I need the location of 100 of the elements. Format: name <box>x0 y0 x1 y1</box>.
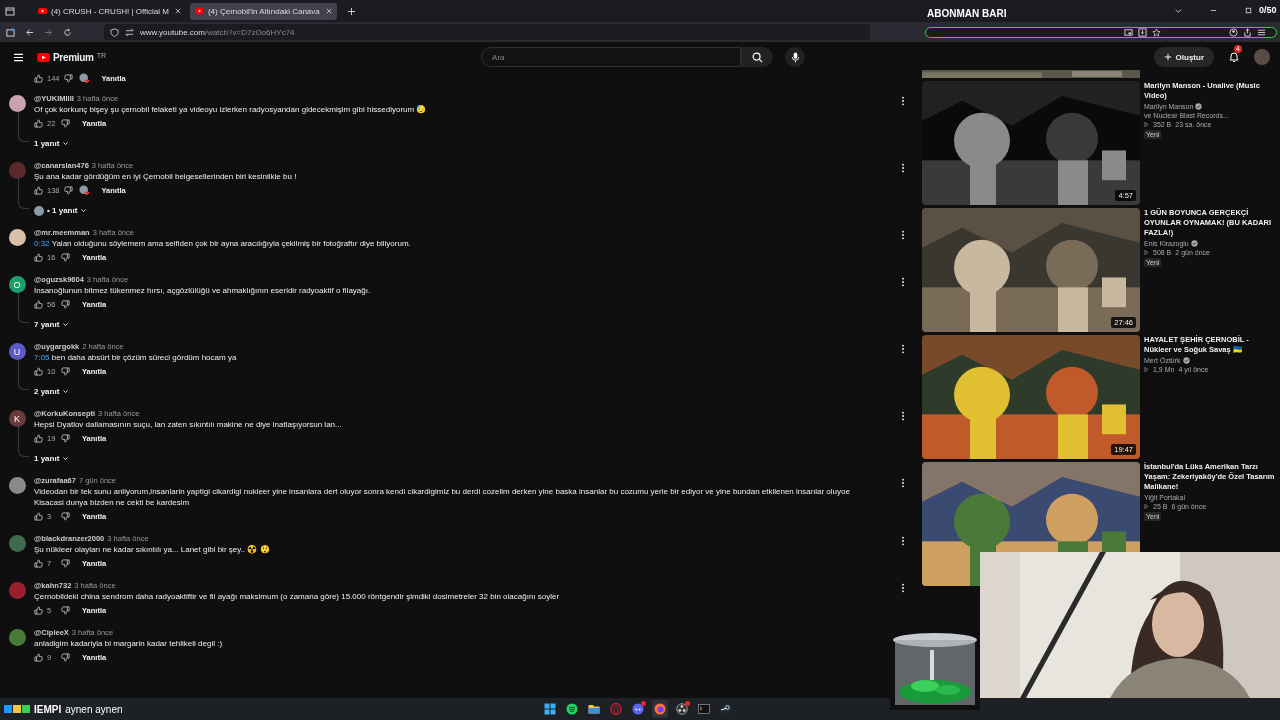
dislike-icon[interactable] <box>61 433 70 443</box>
more-options-icon[interactable] <box>901 163 905 173</box>
dislike-icon[interactable] <box>61 299 70 309</box>
like-icon[interactable] <box>34 366 43 376</box>
chevron-down-icon[interactable] <box>62 140 70 147</box>
share-icon[interactable] <box>1243 28 1252 37</box>
picture-in-picture-icon[interactable] <box>1124 28 1133 37</box>
new-tab-icon[interactable] <box>346 6 356 16</box>
avatar[interactable]: U <box>8 343 26 360</box>
dislike-icon[interactable] <box>63 73 73 83</box>
thread-line <box>17 112 29 142</box>
avatar[interactable]: K <box>8 410 26 427</box>
thread-line <box>17 179 29 209</box>
like-icon[interactable] <box>34 511 43 521</box>
dislike-icon[interactable] <box>63 185 73 195</box>
comment-text: Of çok korkunç bişey şu çernobil felaketi ya videoyu izlerken radyosyandan gidecekmişim gibi hissediyorum 😓 <box>34 105 427 114</box>
more-options-icon[interactable] <box>901 96 905 106</box>
chevron-down-icon[interactable] <box>62 321 70 328</box>
create-button[interactable]: Oluştur <box>1153 47 1214 67</box>
comment-text: Videodan bir tek sunu anliyorum,insanlarin yaptigi cikardigi nukleer yine insanlara dert oluyor sonra kendi cikardigimiz bu derdi cozelim derken yine baska insanlar bu cozumu yerle bir ediyor ve yine bundan etkilenen insanlar oluyoe Kisacasi dunya bizden ne cekti be kardesim <box>34 487 850 507</box>
like-icon[interactable] <box>34 558 43 568</box>
like-icon[interactable] <box>34 185 43 195</box>
close-icon[interactable] <box>174 8 181 14</box>
like-icon[interactable] <box>34 433 43 443</box>
avatar[interactable] <box>8 477 26 494</box>
chevron-down-icon[interactable] <box>80 207 88 214</box>
avatar[interactable] <box>8 95 26 112</box>
dislike-icon[interactable] <box>61 118 70 128</box>
chat-username: IEMPI <box>34 703 62 715</box>
like-icon[interactable] <box>34 299 43 309</box>
swap-arrows-icon[interactable] <box>125 27 134 37</box>
comment-text: Hepsi Dyatlov dallamasının suçu, lan zaten sıkıntılı makine ne diye inatlaşıyorsun lan... <box>34 420 342 429</box>
download-icon[interactable] <box>1138 28 1147 37</box>
replies-toggle[interactable]: 7 yanıt <box>34 320 60 329</box>
timestamp-link[interactable]: 0:32 <box>34 239 50 248</box>
microphone-icon[interactable] <box>790 51 800 63</box>
back-icon[interactable] <box>25 27 34 37</box>
like-icon[interactable] <box>34 652 43 662</box>
thread-line <box>17 427 29 457</box>
replies-toggle[interactable]: • 1 yanıt <box>47 206 78 215</box>
close-icon[interactable] <box>325 8 332 14</box>
youtube-icon <box>194 8 204 14</box>
tab-overview-icon[interactable] <box>5 6 15 16</box>
browser-tab[interactable]: (4) CRUSH - CRUSH! | Official M <box>33 2 186 20</box>
maximize-icon[interactable] <box>1244 5 1253 15</box>
comment-text: Çernobildeki china sendrom daha radyoaktiftir ve fil ayağı maksimum (o zamana göre) 15.000 röntgendir şimdiki dosimetreler 32 bin olacağını soyler <box>34 592 560 601</box>
more-options-icon[interactable] <box>901 344 905 354</box>
youtube-icon <box>38 8 47 14</box>
menu-icon[interactable] <box>1257 28 1266 37</box>
comment-text: ben daha absürt bir çözüm süreci gördüm hocam ya <box>51 353 237 362</box>
dislike-icon[interactable] <box>61 652 70 662</box>
timestamp-link[interactable]: 7:05 <box>34 353 50 362</box>
more-options-icon[interactable] <box>901 536 905 546</box>
chevron-down-icon[interactable] <box>62 388 70 395</box>
replies-toggle[interactable]: 2 yanıt <box>34 387 60 396</box>
thread-line <box>17 360 29 390</box>
play-icon <box>1144 367 1149 372</box>
search-button[interactable] <box>741 47 774 67</box>
bookmark-star-icon[interactable] <box>1152 28 1161 37</box>
chat-message: aynen aynen <box>65 703 123 715</box>
microphone-button[interactable] <box>785 47 806 67</box>
like-icon[interactable] <box>34 252 43 262</box>
replies-toggle[interactable]: 1 yanıt <box>34 454 60 463</box>
search-field[interactable]: Ara <box>481 47 742 67</box>
more-options-icon[interactable] <box>901 478 905 488</box>
youtube-premium-logo[interactable]: Premium $^{TR}$ <box>37 51 107 63</box>
thread-line <box>17 293 29 323</box>
replies-toggle[interactable]: 1 yanıt <box>34 139 60 148</box>
obs-icon[interactable] <box>674 700 690 718</box>
comment-text: Şu ana kadar gördüğüm en iyi Çernobil belgesellerinden biri kesinlikle bu ! <box>34 172 297 181</box>
comment-text: Şu nükleer olayları ne kadar sıkıntılı ya... Lanet gibi bir şey.. ☢ 😲 <box>34 545 270 554</box>
reload-icon[interactable] <box>63 27 72 37</box>
more-options-icon[interactable] <box>901 230 905 240</box>
notifications-icon[interactable] <box>1228 51 1240 63</box>
address-bar[interactable]: www.youtube.com/watch?v=D7zOo6HYc74 <box>104 24 870 40</box>
plus-icon[interactable] <box>1163 53 1172 61</box>
like-icon[interactable] <box>34 605 43 615</box>
like-icon[interactable] <box>34 118 43 128</box>
more-options-icon[interactable] <box>901 411 905 421</box>
url-text[interactable]: www.youtube.com/watch?v=D7zOo6HYc74 <box>140 27 295 37</box>
dislike-icon[interactable] <box>61 511 70 521</box>
comment-text: Yalan olduğunu söylemem ama selfiden çok bir ayna aracılığıyla çekilmiş bir fotoğraftır diye biliyorum. <box>51 239 411 248</box>
like-icon[interactable] <box>34 73 43 83</box>
sidebar-icon[interactable] <box>6 27 15 37</box>
more-options-icon[interactable] <box>901 583 905 593</box>
shield-icon[interactable] <box>110 27 119 37</box>
account-icon[interactable] <box>1229 28 1238 37</box>
dislike-icon[interactable] <box>61 366 70 376</box>
overlay-title: ABONMAN BARI <box>927 8 1007 19</box>
chevron-down-icon[interactable] <box>62 455 70 462</box>
opera-icon[interactable] <box>608 700 624 718</box>
avatar[interactable] <box>8 229 26 246</box>
browser-tab[interactable]: (4) Çernobil'in Altındaki Canava <box>189 2 337 20</box>
firefox-icon[interactable] <box>652 700 668 718</box>
dislike-icon[interactable] <box>61 558 70 568</box>
dislike-icon[interactable] <box>61 252 70 262</box>
more-options-icon[interactable] <box>901 277 905 287</box>
chat-badges-icon <box>4 705 30 713</box>
dislike-icon[interactable] <box>61 605 70 615</box>
search-icon[interactable] <box>751 51 763 63</box>
